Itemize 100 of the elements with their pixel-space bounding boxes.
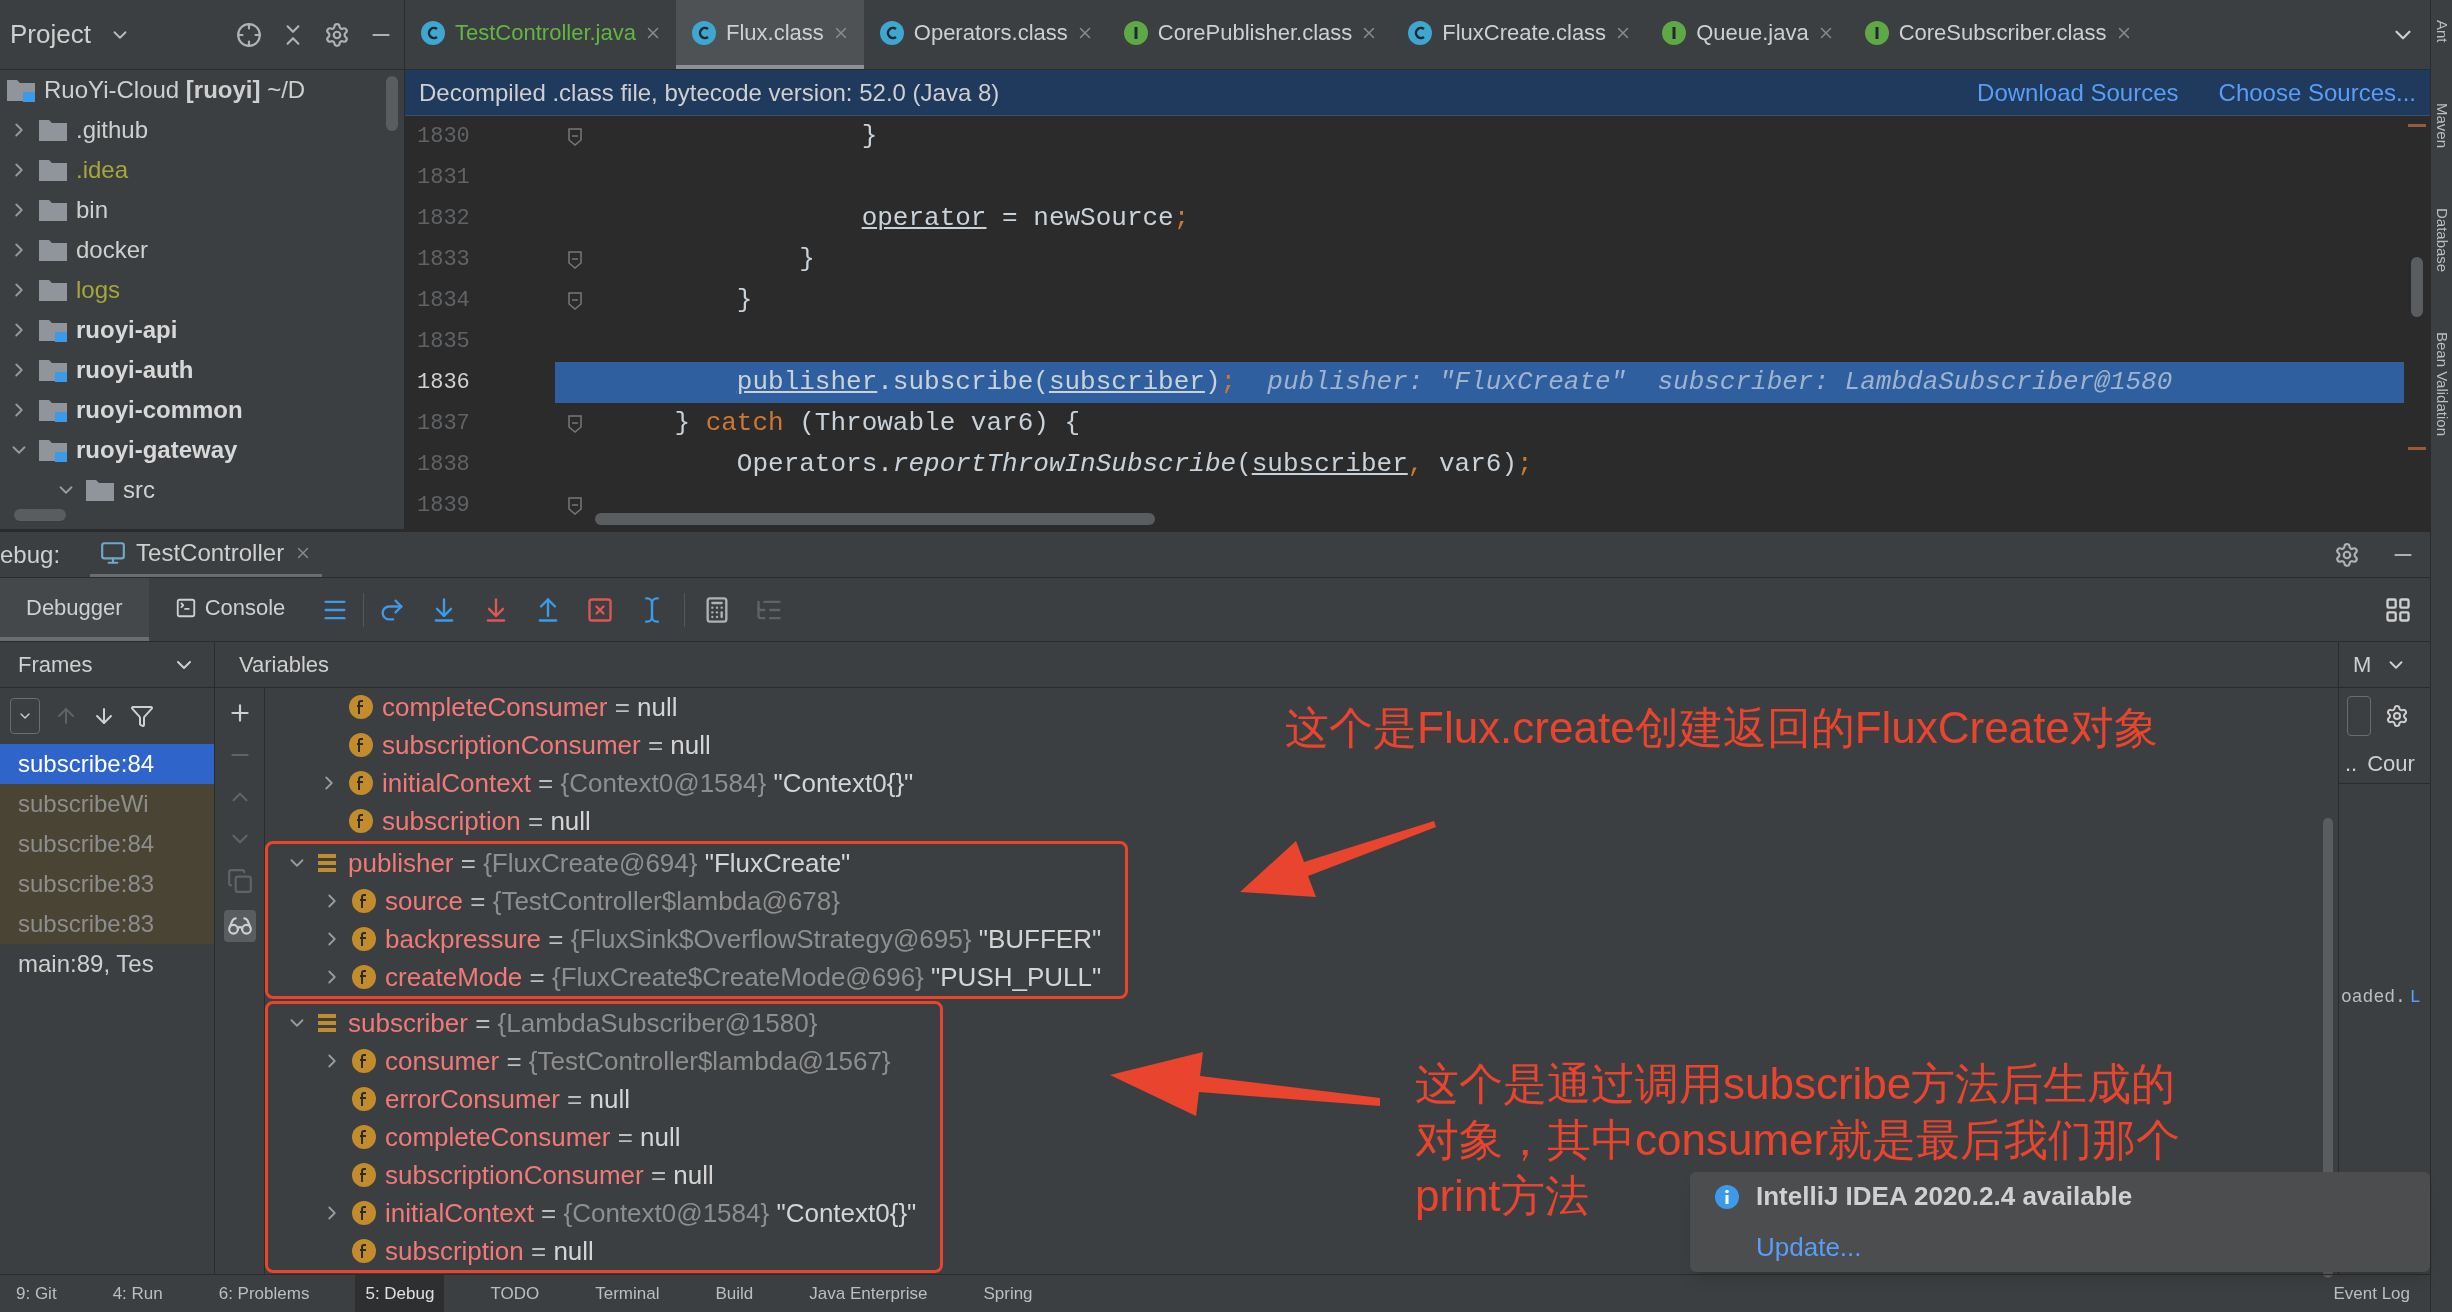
tool-window-button[interactable]: 6: Problems [208,1275,320,1312]
editor-tab[interactable]: Flux.class [676,0,864,69]
scrollbar-thumb[interactable] [595,513,1155,525]
field-icon [351,1200,377,1226]
editor-tab[interactable]: CorePublisher.class [1107,0,1393,69]
code-line: } [798,243,815,276]
editor-tab[interactable]: TestController.java [405,0,676,69]
tool-window-button[interactable]: Java Enterprise [799,1275,938,1312]
field-icon [351,1086,377,1112]
tool-window-button[interactable]: 5: Debug [355,1275,445,1312]
crosshair-icon[interactable] [236,21,262,48]
panel-title: Variables [239,651,330,679]
variable-entry[interactable]: publisher = {FluxCreate@694} "FluxCreate" [348,843,851,883]
tree-item[interactable]: src [123,472,155,508]
banner-text: Decompiled .class file, bytecode version: 52.0 (Java 8) [419,77,1000,108]
tree-item[interactable]: ruoyi-auth [76,352,194,388]
variable-entry[interactable]: source = {TestController$lambda@678} [385,881,840,921]
square-x-icon[interactable] [586,595,615,624]
tree-item[interactable]: .github [76,112,149,148]
debug-tab[interactable]: Debugger [0,578,149,641]
scrollbar-thumb[interactable] [2411,257,2423,317]
variable-entry[interactable]: completeConsumer = null [382,688,678,727]
editor-tab[interactable]: Operators.class [863,0,1108,69]
console-text: oaded. [2341,986,2406,1009]
module-folder-icon [38,317,68,343]
variable-entry[interactable]: createMode = {FluxCreate$CreateMode@696} "PUSH_PULL" [385,957,1102,997]
field-icon [348,770,374,796]
info-icon [1714,1183,1740,1210]
fold-marker-icon[interactable] [568,414,582,433]
tree-item[interactable]: logs [76,272,121,308]
debug-tab[interactable]: Console [148,578,312,641]
stack-frame[interactable]: subscribe:84 [0,744,214,784]
fold-marker-icon[interactable] [568,291,582,310]
settings-icon[interactable] [324,21,350,48]
editor-tab[interactable]: CoreSubscriber.class [1848,0,2147,69]
class-icon [877,18,906,47]
stack-frame[interactable]: main:89, Tes [0,944,214,984]
module-folder-icon [6,77,36,103]
variable-entry[interactable]: subscription = null [382,801,591,841]
tool-window-button[interactable]: Spring [973,1275,1043,1312]
variable-entry[interactable]: subscription = null [385,1231,594,1271]
line-number: 1832 [416,205,471,233]
tree-item[interactable]: ruoyi-api [76,312,178,348]
annotation-text: 这个是通过调用subscribe方法后生成的 [1415,1058,2176,1110]
fold-marker-icon[interactable] [568,496,582,515]
scrollbar-thumb[interactable] [14,509,66,521]
banner-link[interactable]: Choose Sources... [2218,74,2416,111]
tree-item[interactable]: .idea [76,152,129,188]
variable-entry[interactable]: consumer = {TestController$lambda@1567} [385,1041,891,1081]
fold-marker-icon[interactable] [568,127,582,146]
layout-icon[interactable] [2384,595,2412,624]
field-icon [348,808,374,834]
tool-window-button[interactable]: Database [2430,207,2452,272]
variable-entry[interactable]: errorConsumer = null [385,1079,630,1119]
tool-window-button[interactable]: Ant [2430,20,2452,43]
tool-window-button[interactable]: 4: Run [102,1275,173,1312]
settings-icon[interactable] [2334,541,2360,568]
folder-icon [38,197,68,223]
scrollbar-thumb[interactable] [386,76,398,131]
tree-item[interactable]: ruoyi-common [76,392,243,428]
annotation-text: 对象，其中consumer就是最后我们那个 [1415,1114,2181,1166]
glasses-button[interactable] [223,910,256,942]
banner-link[interactable]: Download Sources [1977,74,2179,111]
variable-entry[interactable]: subscriber = {LambdaSubscriber@1580} [348,1003,818,1043]
variable-entry[interactable]: completeConsumer = null [385,1117,681,1157]
tool-window-button[interactable]: Bean Validation [2430,331,2452,436]
tool-window-button[interactable]: 9: Git [6,1275,67,1312]
variable-entry[interactable]: initialContext = {Context0@1584} "Context0{}" [382,763,914,803]
module-folder-icon [38,397,68,423]
tree-item[interactable]: RuoYi-Cloud [ruoyi] ~/D [44,72,306,108]
variable-entry[interactable]: backpressure = {FluxSink$OverflowStrategy@695} "BUFFER" [385,919,1102,959]
tree-item[interactable]: docker [76,232,149,268]
editor-tab[interactable]: FluxCreate.class [1392,0,1647,69]
line-number: 1839 [416,492,471,520]
code-line: } [860,120,878,153]
variable-entry[interactable]: subscriptionConsumer = null [385,1155,714,1195]
error-stripe-mark [2408,447,2426,450]
filter-icon[interactable] [130,704,154,728]
input-field[interactable] [2347,696,2371,736]
variable-entry[interactable]: subscriptionConsumer = null [382,725,711,765]
panel-title[interactable]: Project [10,15,91,54]
fold-marker-icon[interactable] [568,250,582,269]
tool-window-button[interactable]: Build [705,1275,764,1312]
line-number: 1831 [416,164,471,192]
tool-window-button[interactable]: TODO [480,1275,550,1312]
variable-entry[interactable]: initialContext = {Context0@1584} "Context0{}" [385,1193,917,1233]
thread-dropdown[interactable] [10,698,40,734]
module-folder-icon [38,357,68,383]
settings-icon[interactable] [2385,704,2409,728]
tool-window-button[interactable]: Maven [2430,102,2452,148]
editor-tab[interactable]: Queue.java [1646,0,1849,69]
console-link[interactable]: L [2409,984,2421,1011]
code-line: Operators.reportThrowInSubscribe(subscriber, var6); [735,448,1533,481]
tool-window-button[interactable]: Terminal [585,1275,670,1312]
folder-icon [38,277,68,303]
panel-title[interactable]: M [2353,648,2372,681]
tree-item[interactable]: bin [76,192,109,228]
tool-window-button[interactable]: Event Log [2333,1280,2410,1307]
panel-title[interactable]: Frames [18,648,93,681]
tree-item[interactable]: ruoyi-gateway [76,432,238,468]
